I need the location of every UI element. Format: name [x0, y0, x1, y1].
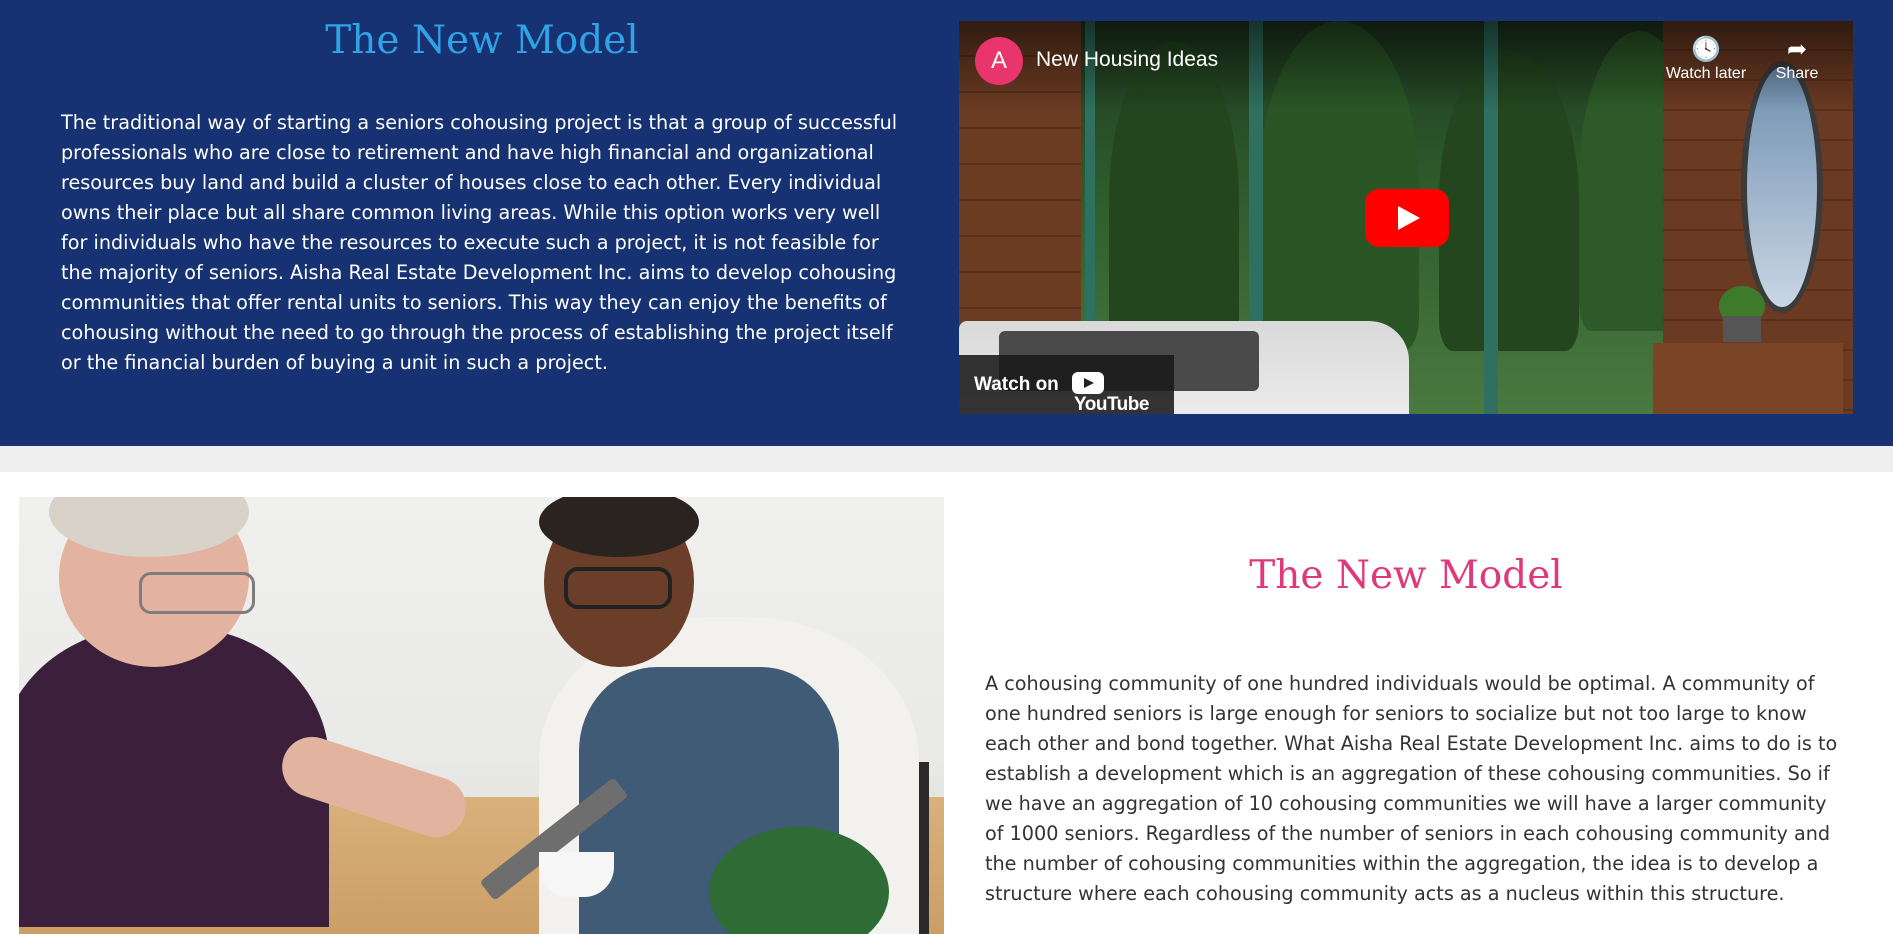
clock-icon: 🕓	[1691, 36, 1721, 63]
channel-avatar[interactable]: A	[975, 37, 1023, 85]
watch-on-youtube-button[interactable]: Watch on YouTube	[959, 355, 1174, 414]
share-label: Share	[1775, 65, 1819, 82]
section-title: The New Model	[1249, 553, 1563, 598]
youtube-video-embed[interactable]: A New Housing Ideas 🕓 Watch later ➦ Shar…	[959, 21, 1853, 414]
photo-woman-glasses	[564, 567, 672, 609]
photo-cup	[539, 852, 614, 897]
photo-man	[19, 627, 329, 927]
youtube-logo: YouTube	[1072, 372, 1174, 414]
photo-man-glasses	[139, 572, 255, 614]
seniors-photo	[19, 497, 944, 934]
video-thumbnail-pot	[1723, 316, 1761, 342]
watch-on-label: Watch on	[974, 374, 1059, 395]
youtube-play-icon	[1072, 372, 1104, 394]
play-button[interactable]	[1365, 189, 1449, 247]
watch-later-label: Watch later	[1665, 65, 1747, 82]
share-arrow-icon: ➦	[1786, 36, 1808, 63]
share-button[interactable]: ➦ Share	[1767, 35, 1827, 83]
section-divider	[0, 446, 1893, 472]
video-title[interactable]: New Housing Ideas	[1036, 48, 1218, 72]
video-thumbnail-dresser	[1653, 343, 1843, 414]
watch-later-button[interactable]: 🕓 Watch later	[1651, 35, 1761, 83]
section-paragraph: A cohousing community of one hundred ind…	[985, 672, 1838, 905]
youtube-wordmark: YouTube	[1074, 394, 1149, 414]
section-paragraph: The traditional way of starting a senior…	[61, 111, 898, 374]
section-title: The New Model	[325, 18, 639, 63]
